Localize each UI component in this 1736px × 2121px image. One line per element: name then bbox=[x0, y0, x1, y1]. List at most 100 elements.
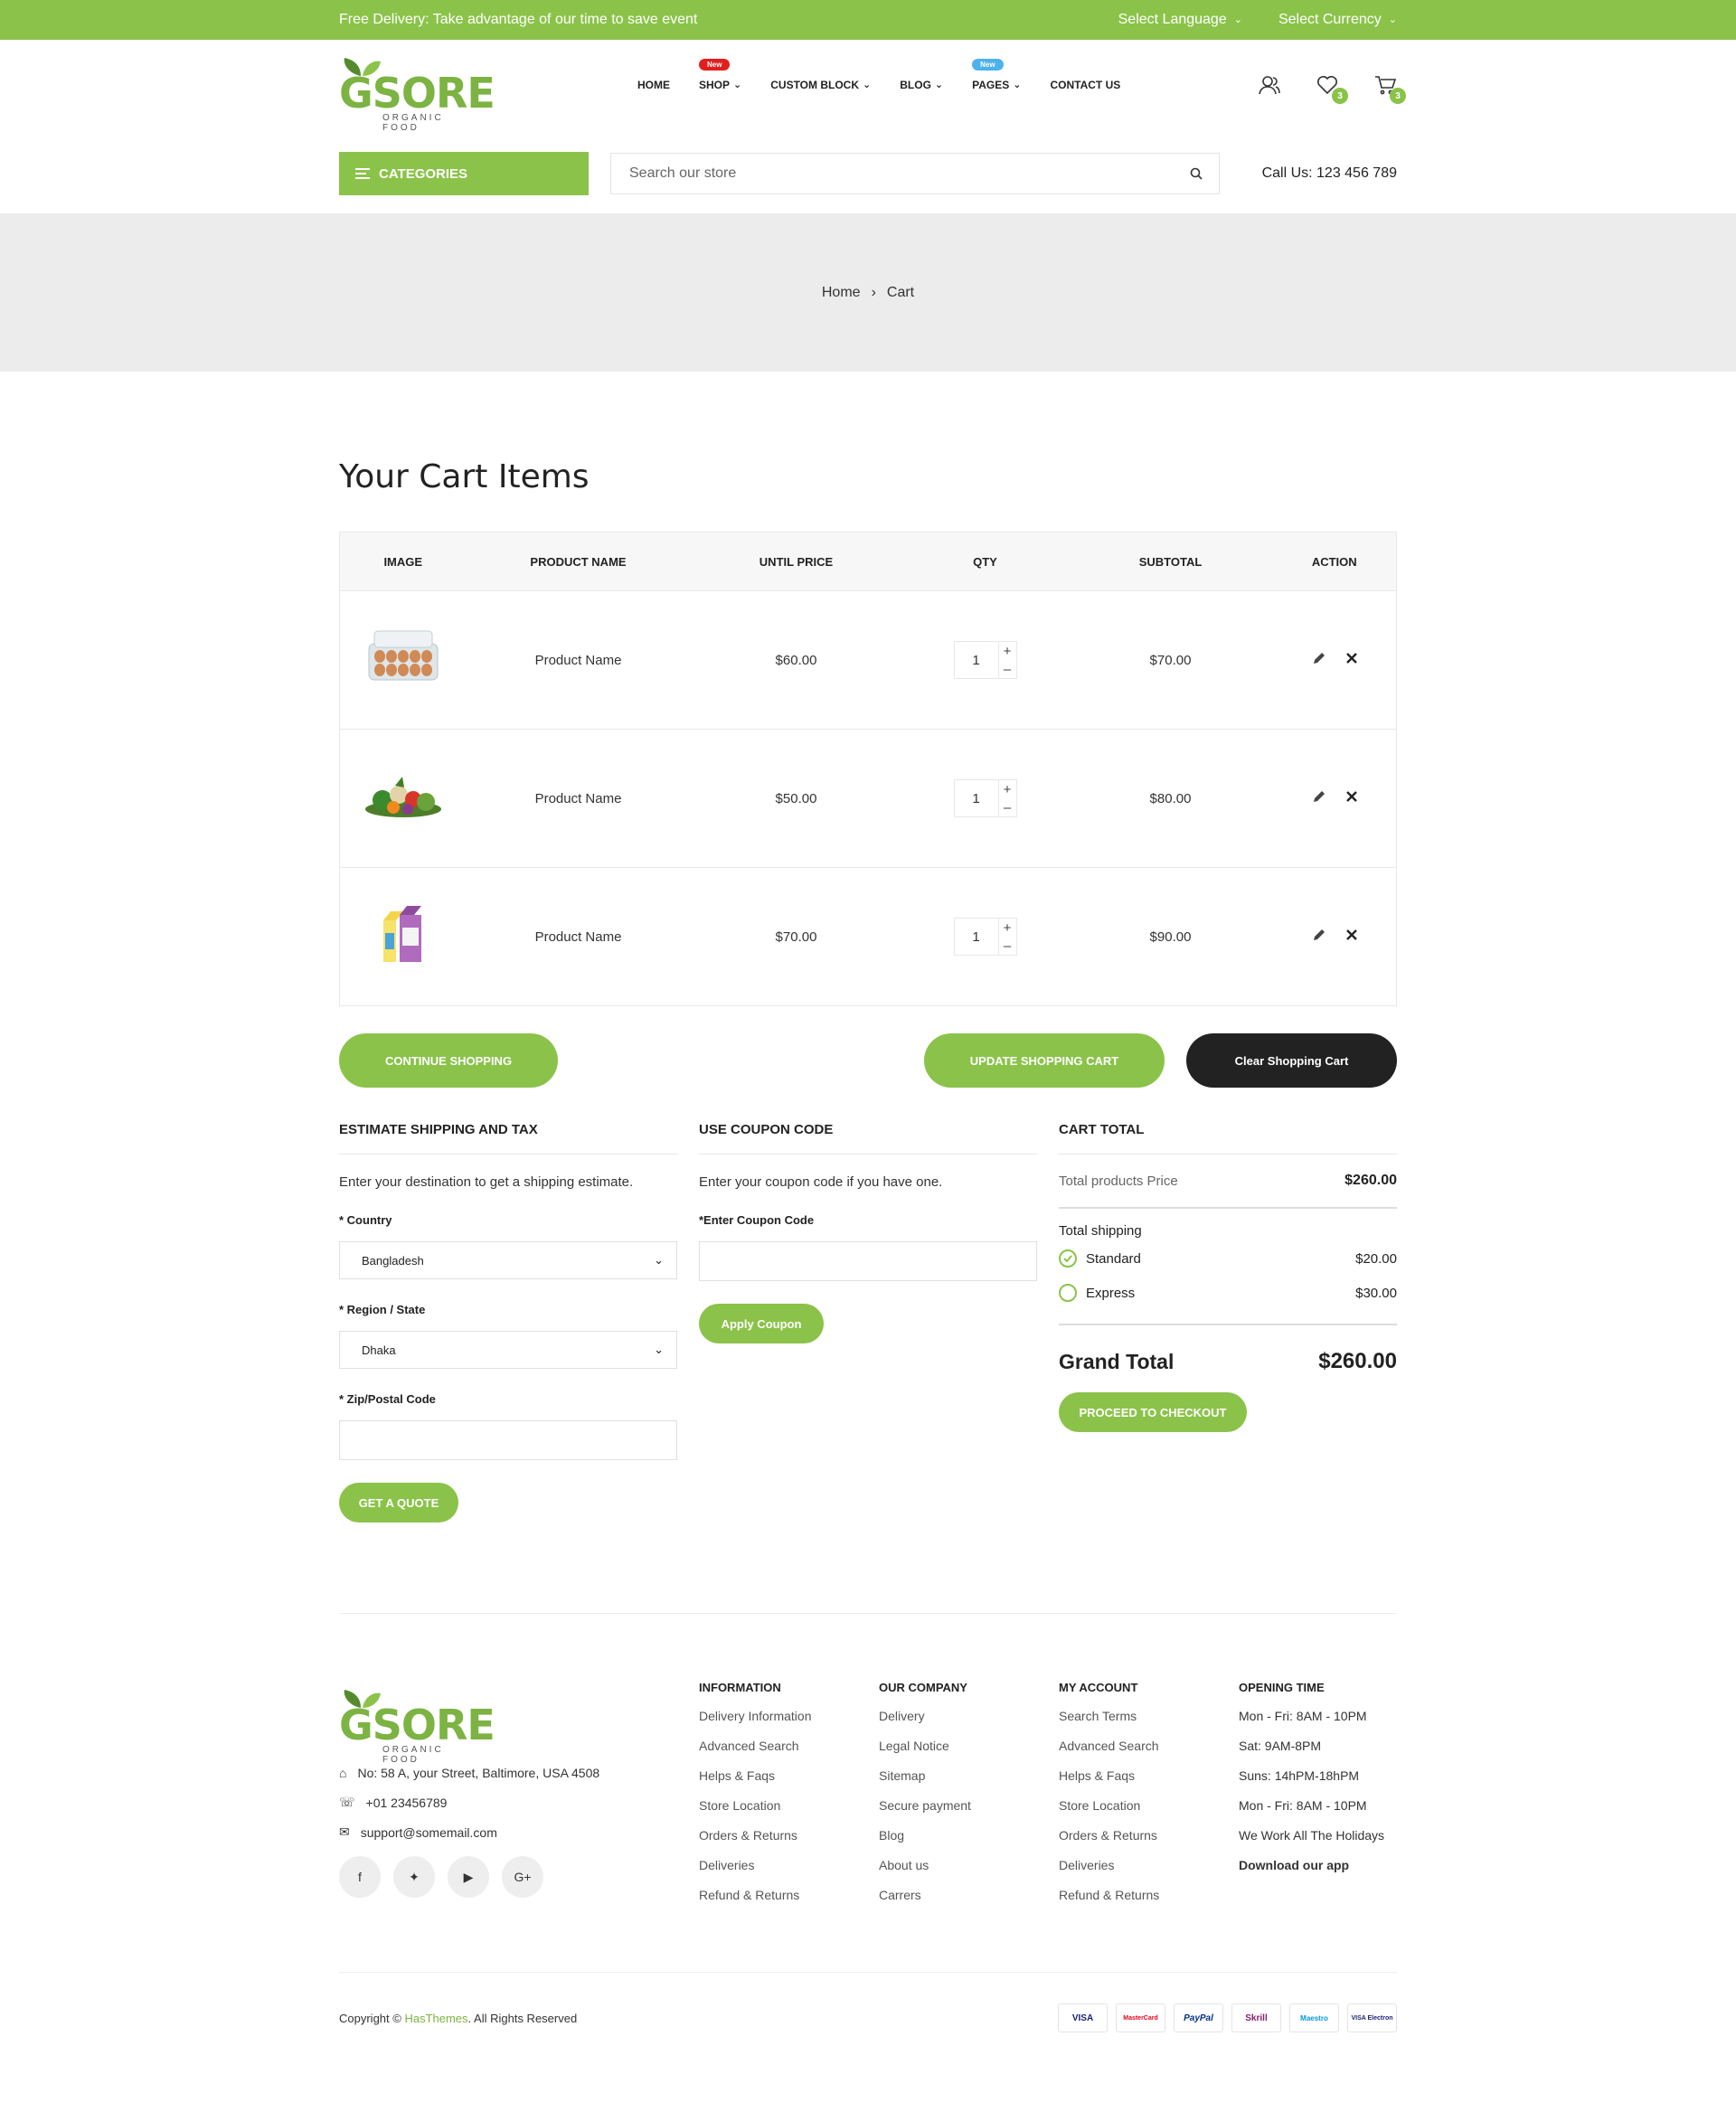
zip-code-field[interactable] bbox=[339, 1420, 677, 1460]
new-badge: New bbox=[699, 59, 731, 71]
footer-column-title: OPENING TIME bbox=[1239, 1681, 1325, 1694]
footer-link[interactable]: Store Location bbox=[1059, 1798, 1239, 1828]
nav-blog[interactable]: BLOG ⌄ bbox=[900, 79, 943, 91]
field-label: *Enter Coupon Code bbox=[699, 1213, 815, 1227]
footer-link[interactable]: Blog bbox=[879, 1828, 1059, 1858]
edit-pencil-icon[interactable] bbox=[1312, 789, 1326, 804]
quantity-stepper[interactable]: 1 + – bbox=[953, 641, 1017, 679]
categories-button[interactable]: CATEGORIES bbox=[339, 152, 589, 195]
section-title: CART TOTAL bbox=[1059, 1122, 1397, 1155]
express-shipping-option[interactable]: Express bbox=[1059, 1284, 1135, 1302]
logo[interactable]: GSORE ORGANIC FOOD bbox=[339, 49, 495, 133]
wishlist-icon[interactable]: 3 bbox=[1316, 73, 1348, 104]
email-text[interactable]: support@somemail.com bbox=[361, 1825, 497, 1840]
minus-icon[interactable]: – bbox=[999, 937, 1016, 955]
quantity-value[interactable]: 1 bbox=[955, 780, 998, 816]
footer-link[interactable]: Secure payment bbox=[879, 1798, 1059, 1828]
footer-link[interactable]: Store Location bbox=[699, 1798, 879, 1828]
footer-link[interactable]: Orders & Returns bbox=[1059, 1828, 1239, 1858]
footer-link[interactable]: Delivery Information bbox=[699, 1709, 879, 1739]
quantity-stepper[interactable]: 1 + – bbox=[953, 779, 1017, 817]
facebook-icon[interactable]: f bbox=[339, 1856, 381, 1898]
plus-icon[interactable]: + bbox=[999, 919, 1016, 937]
country-select[interactable]: Bangladesh ⌄ bbox=[339, 1241, 677, 1279]
footer-link[interactable]: About us bbox=[879, 1858, 1059, 1888]
products-total-value: $260.00 bbox=[1344, 1173, 1397, 1188]
remove-x-icon[interactable] bbox=[1345, 653, 1357, 664]
minus-icon[interactable]: – bbox=[999, 798, 1016, 816]
radio-unchecked-icon[interactable] bbox=[1059, 1284, 1077, 1302]
proceed-to-checkout-button[interactable]: PROCEED TO CHECKOUT bbox=[1059, 1392, 1247, 1432]
phone-text[interactable]: +01 23456789 bbox=[366, 1796, 448, 1810]
nav-contact[interactable]: CONTACT US bbox=[1050, 79, 1120, 91]
standard-shipping-option[interactable]: Standard bbox=[1059, 1249, 1141, 1268]
nav-shop[interactable]: New SHOP ⌄ bbox=[699, 59, 741, 91]
skrill-icon: Skrill bbox=[1231, 2003, 1281, 2032]
footer-link[interactable]: Legal Notice bbox=[879, 1739, 1059, 1768]
copyright-link[interactable]: HasThemes bbox=[404, 2012, 467, 2025]
breadcrumb-home-link[interactable]: Home bbox=[822, 285, 861, 301]
nav-pages[interactable]: New PAGES ⌄ bbox=[972, 59, 1021, 91]
footer-link[interactable]: Sitemap bbox=[879, 1768, 1059, 1798]
product-name[interactable]: Product Name bbox=[466, 729, 691, 868]
search-input[interactable]: Search our store bbox=[610, 153, 1220, 194]
remove-x-icon[interactable] bbox=[1345, 929, 1357, 940]
clear-cart-button[interactable]: Clear Shopping Cart bbox=[1186, 1033, 1397, 1088]
nav-label: CONTACT US bbox=[1050, 79, 1121, 91]
quantity-value[interactable]: 1 bbox=[955, 919, 998, 955]
call-us-text: Call Us: 123 456 789 bbox=[1261, 165, 1397, 181]
currency-selector[interactable]: Select Currency ⌄ bbox=[1278, 12, 1397, 28]
edit-pencil-icon[interactable] bbox=[1312, 651, 1326, 665]
milk-product-image[interactable] bbox=[376, 902, 430, 967]
cart-icon[interactable]: 3 bbox=[1373, 73, 1406, 104]
footer-link[interactable]: Helps & Faqs bbox=[1059, 1768, 1239, 1798]
region-select[interactable]: Dhaka ⌄ bbox=[339, 1331, 677, 1369]
products-total-label: Total products Price bbox=[1059, 1173, 1178, 1189]
eggs-product-image[interactable] bbox=[365, 626, 441, 691]
column-header: IMAGE bbox=[339, 532, 467, 591]
get-quote-button[interactable]: GET A QUOTE bbox=[339, 1483, 458, 1522]
apply-coupon-button[interactable]: Apply Coupon bbox=[699, 1304, 824, 1343]
footer-link[interactable]: Delivery bbox=[879, 1709, 1059, 1739]
plus-icon[interactable]: + bbox=[999, 642, 1016, 660]
footer-link[interactable]: Helps & Faqs bbox=[699, 1768, 879, 1798]
nav-custom-block[interactable]: CUSTOM BLOCK ⌄ bbox=[770, 79, 871, 91]
radio-checked-icon[interactable] bbox=[1059, 1249, 1077, 1268]
continue-shopping-button[interactable]: CONTINUE SHOPPING bbox=[339, 1033, 558, 1088]
coupon-code-field[interactable] bbox=[699, 1241, 1037, 1281]
footer-link[interactable]: Advanced Search bbox=[699, 1739, 879, 1768]
quantity-stepper[interactable]: 1 + – bbox=[953, 918, 1017, 956]
qty-cell: 1 + – bbox=[902, 868, 1069, 1006]
footer-link[interactable]: Advanced Search bbox=[1059, 1739, 1239, 1768]
twitter-icon[interactable]: ✦ bbox=[393, 1856, 435, 1898]
footer-link[interactable]: Search Terms bbox=[1059, 1709, 1239, 1739]
youtube-icon[interactable]: ▶ bbox=[448, 1856, 489, 1898]
vegetables-product-image[interactable] bbox=[363, 769, 444, 824]
language-selector[interactable]: Select Language ⌄ bbox=[1118, 12, 1242, 28]
footer-link[interactable]: Refund & Returns bbox=[699, 1888, 879, 1918]
product-name[interactable]: Product Name bbox=[466, 590, 691, 730]
user-icon[interactable] bbox=[1258, 73, 1281, 97]
subtotal: $70.00 bbox=[1068, 590, 1273, 730]
search-icon[interactable] bbox=[1190, 167, 1203, 180]
footer-link[interactable]: Refund & Returns bbox=[1059, 1888, 1239, 1918]
chevron-right-icon: › bbox=[871, 284, 876, 300]
plus-icon[interactable]: + bbox=[999, 780, 1016, 798]
quantity-value[interactable]: 1 bbox=[955, 642, 998, 678]
remove-x-icon[interactable] bbox=[1345, 791, 1357, 802]
select-value: Dhaka bbox=[362, 1343, 396, 1357]
product-name[interactable]: Product Name bbox=[467, 868, 691, 1006]
download-app-link[interactable]: Download our app bbox=[1239, 1858, 1384, 1888]
footer-link[interactable]: Deliveries bbox=[699, 1858, 879, 1888]
footer-link[interactable]: Deliveries bbox=[1059, 1858, 1239, 1888]
minus-icon[interactable]: – bbox=[999, 660, 1016, 678]
section-description: Enter your coupon code if you have one. bbox=[699, 1174, 943, 1190]
nav-home[interactable]: HOME bbox=[637, 79, 670, 91]
footer-link[interactable]: Carrers bbox=[879, 1888, 1059, 1918]
maestro-icon: Maestro bbox=[1289, 2003, 1339, 2032]
footer-link[interactable]: Orders & Returns bbox=[699, 1828, 879, 1858]
update-cart-button[interactable]: UPDATE SHOPPING CART bbox=[924, 1033, 1165, 1088]
google-plus-icon[interactable]: G+ bbox=[502, 1856, 543, 1898]
edit-pencil-icon[interactable] bbox=[1312, 928, 1326, 942]
footer-logo[interactable]: GSORE ORGANIC FOOD bbox=[339, 1681, 495, 1765]
